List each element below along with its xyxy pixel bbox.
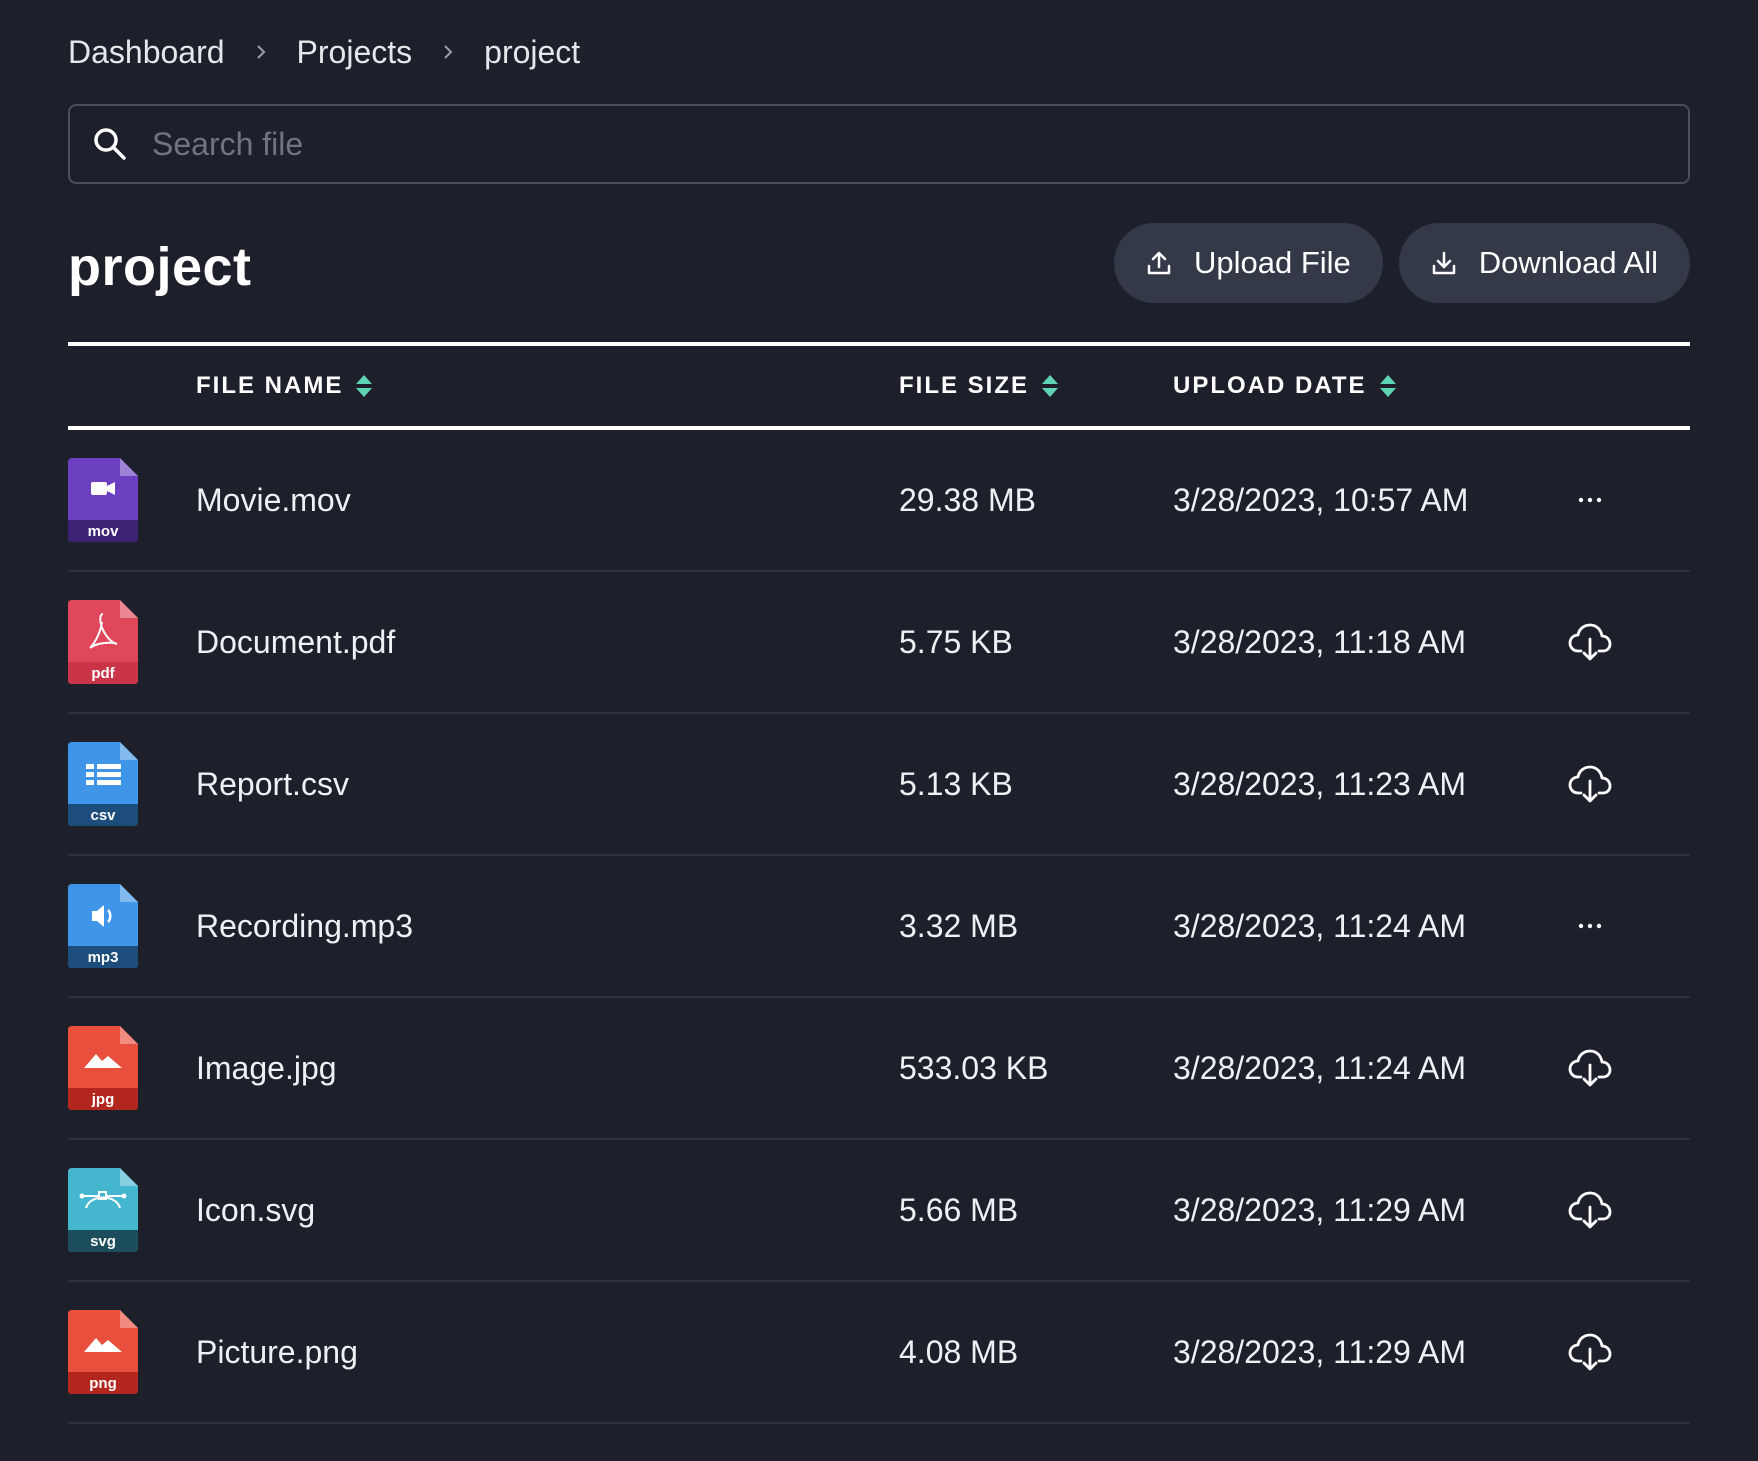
page-title: project <box>68 237 252 297</box>
cloud-download-icon <box>1567 1329 1613 1375</box>
table-row[interactable]: png Picture.png 4.08 MB 3/28/2023, 11:29 AM <box>68 1282 1690 1424</box>
breadcrumb-projects[interactable]: Projects <box>297 34 413 71</box>
breadcrumb-dashboard[interactable]: Dashboard <box>68 34 225 71</box>
search-input[interactable] <box>150 124 1666 164</box>
download-file-button[interactable] <box>1560 1187 1620 1233</box>
table-row[interactable]: csv Report.csv 5.13 KB 3/28/2023, 11:23 AM <box>68 714 1690 856</box>
video-file-icon: mov <box>68 458 138 542</box>
upload-file-label: Upload File <box>1193 245 1351 280</box>
column-header-file-size: FILE SIZE <box>899 372 1030 399</box>
upload-date: 3/28/2023, 11:29 AM <box>1173 1191 1466 1228</box>
column-header-upload-date: UPLOAD DATE <box>1173 372 1367 399</box>
file-name[interactable]: Icon.svg <box>196 1192 899 1229</box>
table-row[interactable]: mp3 Recording.mp3 3.32 MB 3/28/2023, 11:24 … <box>68 856 1690 998</box>
chevron-right-icon <box>412 44 484 60</box>
file-type-label: mov <box>88 523 120 540</box>
file-size: 533.03 KB <box>899 1049 1049 1086</box>
chevron-right-icon <box>225 44 297 60</box>
cloud-download-icon <box>1567 619 1613 665</box>
download-file-button[interactable] <box>1560 619 1620 665</box>
download-all-label: Download All <box>1478 245 1658 280</box>
file-size: 4.08 MB <box>899 1333 1019 1370</box>
header-actions: Upload File Download All <box>1113 223 1690 303</box>
download-file-button[interactable] <box>1560 1045 1620 1091</box>
file-type-label: png <box>89 1375 117 1392</box>
file-type-label: pdf <box>91 665 115 682</box>
upload-date: 3/28/2023, 10:57 AM <box>1173 481 1469 518</box>
file-browser-page: Dashboard Projects project project <box>0 0 1758 1461</box>
sort-by-file-size[interactable]: FILE SIZE <box>899 372 1173 400</box>
download-file-button[interactable] <box>1560 1329 1620 1375</box>
file-table: FILE NAME FILE SIZE UPLOAD DATE mov Movie… <box>68 342 1690 1424</box>
upload-date: 3/28/2023, 11:23 AM <box>1173 765 1466 802</box>
cloud-download-icon <box>1567 1187 1613 1233</box>
sort-icon <box>1041 374 1059 398</box>
upload-date: 3/28/2023, 11:29 AM <box>1173 1333 1466 1370</box>
more-options-icon <box>1567 903 1613 949</box>
image-file-icon: jpg <box>68 1026 138 1110</box>
table-header: FILE NAME FILE SIZE UPLOAD DATE <box>68 346 1690 430</box>
download-icon <box>1431 250 1457 276</box>
audio-file-icon: mp3 <box>68 884 138 968</box>
more-options-button[interactable] <box>1560 903 1620 949</box>
file-name[interactable]: Report.csv <box>196 766 899 803</box>
upload-icon <box>1146 250 1172 276</box>
file-size: 3.32 MB <box>899 907 1019 944</box>
file-type-label: jpg <box>91 1091 115 1108</box>
csv-file-icon: csv <box>68 742 138 826</box>
table-row[interactable]: mov Movie.mov 29.38 MB 3/28/2023, 10:57 AM <box>68 430 1690 572</box>
file-name[interactable]: Document.pdf <box>196 624 899 661</box>
pdf-file-icon: pdf <box>68 600 138 684</box>
file-name[interactable]: Image.jpg <box>196 1050 899 1087</box>
download-file-button[interactable] <box>1560 761 1620 807</box>
more-options-button[interactable] <box>1560 477 1620 523</box>
upload-date: 3/28/2023, 11:18 AM <box>1173 623 1466 660</box>
file-type-label: csv <box>90 807 116 824</box>
sort-by-upload-date[interactable]: UPLOAD DATE <box>1173 372 1560 400</box>
file-size: 5.13 KB <box>899 765 1013 802</box>
more-options-icon <box>1567 477 1613 523</box>
table-row[interactable]: jpg Image.jpg 533.03 KB 3/28/2023, 11:24 AM <box>68 998 1690 1140</box>
search-icon <box>92 126 128 162</box>
file-size: 5.66 MB <box>899 1191 1019 1228</box>
sort-icon <box>355 374 373 398</box>
vector-file-icon: svg <box>68 1168 138 1252</box>
file-size: 29.38 MB <box>899 481 1036 518</box>
image-file-icon: png <box>68 1310 138 1394</box>
file-type-label: mp3 <box>88 949 119 966</box>
sort-by-file-name[interactable]: FILE NAME <box>196 372 899 400</box>
column-header-file-name: FILE NAME <box>196 372 344 399</box>
breadcrumb-current-project[interactable]: project <box>484 34 580 71</box>
file-name[interactable]: Movie.mov <box>196 482 899 519</box>
upload-date: 3/28/2023, 11:24 AM <box>1173 1049 1466 1086</box>
table-row[interactable]: svg Icon.svg 5.66 MB 3/28/2023, 11:29 AM <box>68 1140 1690 1282</box>
upload-file-button[interactable]: Upload File <box>1113 223 1383 303</box>
download-all-button[interactable]: Download All <box>1398 223 1690 303</box>
search-bar[interactable] <box>68 104 1690 184</box>
cloud-download-icon <box>1567 761 1613 807</box>
upload-date: 3/28/2023, 11:24 AM <box>1173 907 1466 944</box>
file-name[interactable]: Picture.png <box>196 1334 899 1371</box>
file-type-label: svg <box>90 1233 116 1250</box>
title-row: project Upload File Download All <box>68 184 1690 342</box>
table-body: mov Movie.mov 29.38 MB 3/28/2023, 10:57 AM p… <box>68 430 1690 1424</box>
file-name[interactable]: Recording.mp3 <box>196 908 899 945</box>
cloud-download-icon <box>1567 1045 1613 1091</box>
breadcrumb: Dashboard Projects project <box>68 0 1690 104</box>
file-size: 5.75 KB <box>899 623 1013 660</box>
table-row[interactable]: pdf Document.pdf 5.75 KB 3/28/2023, 11:18 A… <box>68 572 1690 714</box>
sort-icon <box>1379 374 1397 398</box>
